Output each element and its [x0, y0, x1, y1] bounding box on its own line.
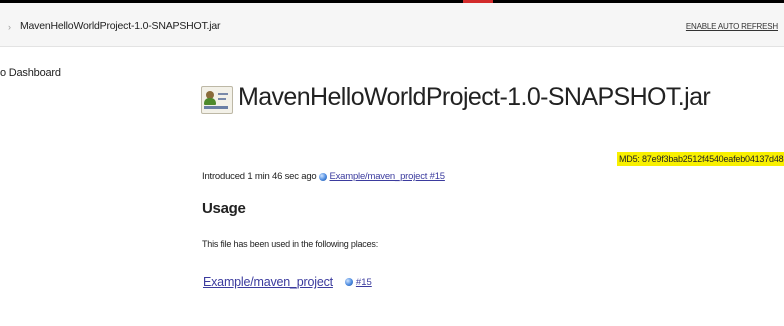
usage-heading: Usage	[202, 200, 246, 217]
introduced-build-link[interactable]: Example/maven_project #15	[329, 171, 445, 182]
blue-ball-icon	[319, 172, 328, 181]
breadcrumb-separator-icon: ›	[8, 22, 11, 32]
page-title-row: MavenHelloWorldProject-1.0-SNAPSHOT.jar	[201, 80, 711, 114]
page-title: MavenHelloWorldProject-1.0-SNAPSHOT.jar	[238, 83, 711, 111]
enable-auto-refresh-link[interactable]: ENABLE AUTO REFRESH	[686, 22, 778, 31]
sidebar-back-to-dashboard-link[interactable]: o Dashboard	[0, 67, 61, 79]
jar-badge-icon	[201, 84, 233, 114]
introduced-line: Introduced 1 min 46 sec ago Example/mave…	[202, 171, 445, 182]
usage-description: This file has been used in the following…	[202, 239, 379, 249]
blue-ball-icon	[344, 278, 353, 286]
usage-list-item: Example/maven_project #15	[203, 275, 372, 289]
breadcrumb-bar: › MavenHelloWorldProject-1.0-SNAPSHOT.ja…	[0, 3, 784, 47]
introduced-text: Introduced 1 min 46 sec ago	[202, 171, 317, 182]
breadcrumb-item[interactable]: MavenHelloWorldProject-1.0-SNAPSHOT.jar	[20, 20, 221, 32]
md5-checksum: MD5: 87e9f3bab2512f4540eafeb04137d48	[617, 152, 784, 166]
usage-build-link[interactable]: #15	[356, 277, 372, 288]
usage-job-link[interactable]: Example/maven_project	[203, 275, 333, 289]
